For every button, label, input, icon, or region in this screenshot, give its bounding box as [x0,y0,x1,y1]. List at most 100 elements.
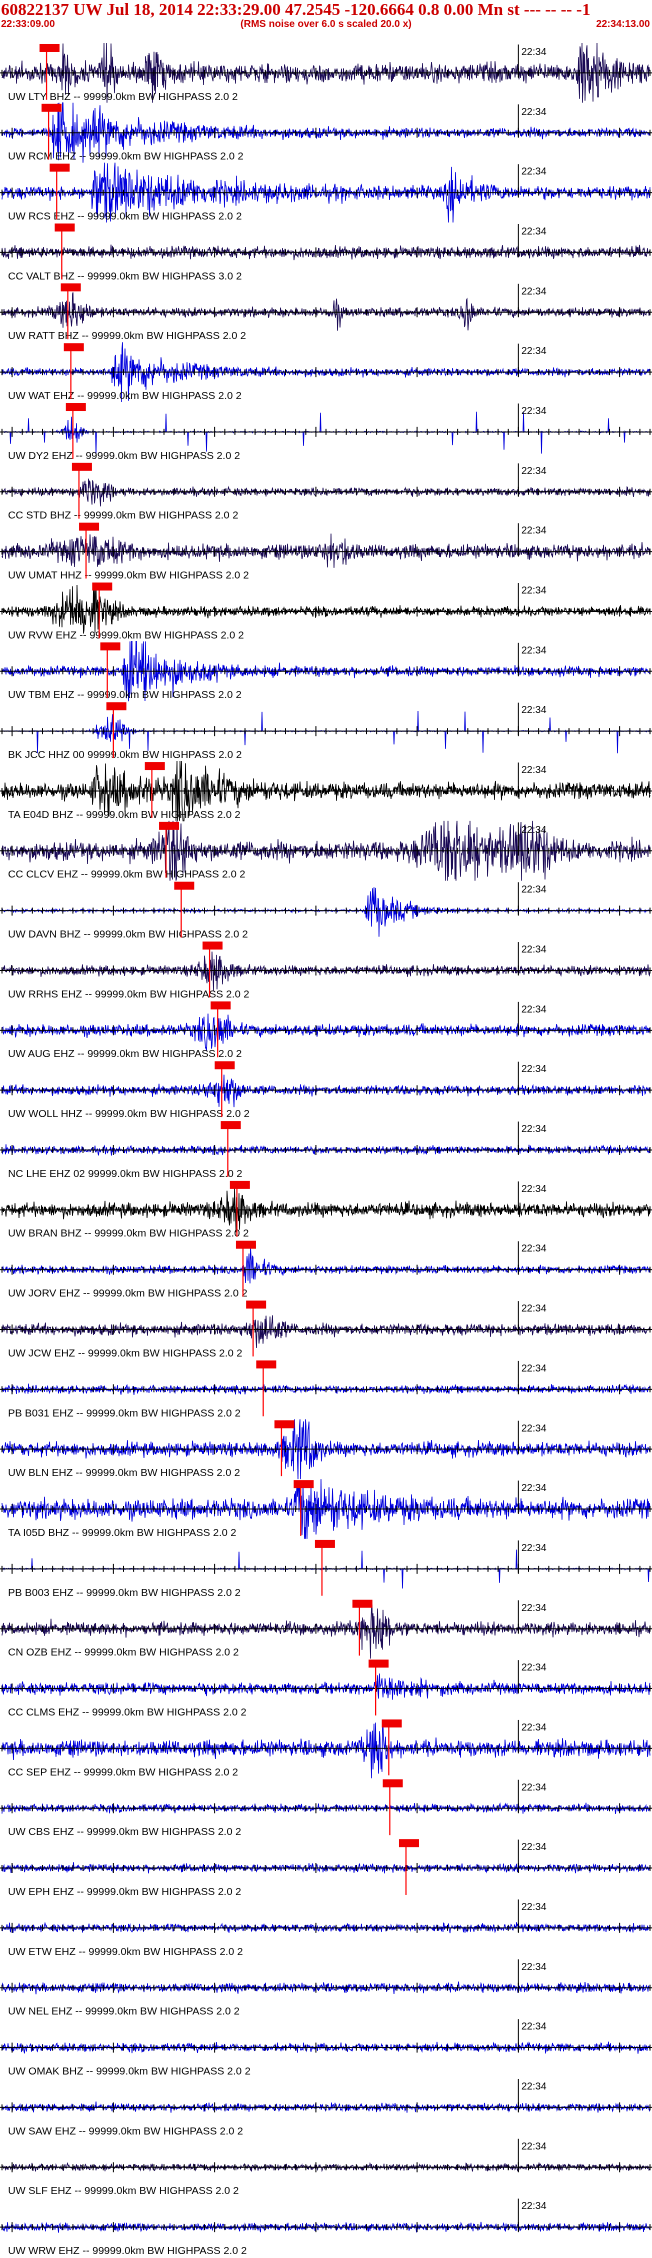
minute-tick-label: 22:34 [521,1064,546,1075]
station-label: PB B031 EHZ -- 99999.0km BW HIGHPASS 2.0… [8,1407,241,1419]
minute-tick-label: 22:34 [521,825,546,836]
pick-marker [106,702,127,711]
station-label: UW RATT BHZ -- 99999.0km BW HIGHPASS 2.0… [8,330,246,342]
station-label: PB B003 EHZ -- 99999.0km BW HIGHPASS 2.0… [8,1587,241,1599]
station-label: CC SEP EHZ -- 99999.0km BW HIGHPASS 2.0 … [8,1766,238,1778]
minute-tick-label: 22:34 [521,1244,546,1255]
station-label: UW ETW EHZ -- 99999.0km BW HIGHPASS 2.0 … [8,1946,243,1958]
minute-tick-label: 22:34 [521,1722,546,1733]
minute-tick-label: 22:34 [521,2022,546,2033]
station-label: UW BLN EHZ -- 99999.0km BW HIGHPASS 2.0 … [8,1467,240,1479]
minute-tick-label: 22:34 [521,765,546,776]
pick-marker [60,283,81,292]
minute-tick-label: 22:34 [521,586,546,597]
pick-marker [368,1659,389,1668]
station-label: CC CLCV EHZ -- 99999.0km BW HIGHPASS 2.0… [8,869,245,881]
pick-marker [314,1539,335,1548]
minute-tick-label: 22:34 [521,286,546,297]
minute-tick-label: 22:34 [521,227,546,238]
minute-tick-label: 22:34 [521,1842,546,1853]
station-label: CC CLMS EHZ -- 99999.0km BW HIGHPASS 2.0… [8,1706,247,1718]
station-label: UW JCW EHZ -- 99999.0km BW HIGHPASS 2.0 … [8,1347,243,1359]
minute-tick-label: 22:34 [521,1423,546,1434]
pick-marker [352,1599,373,1608]
station-label: UW TBM EHZ -- 99999.0km BW HIGHPASS 2.0 … [8,689,242,701]
minute-tick-label: 22:34 [521,1782,546,1793]
pick-marker [100,642,121,651]
pick-marker [63,343,84,352]
pick-marker [41,103,62,112]
pick-marker [293,1480,314,1489]
pick-marker [92,582,113,591]
minute-tick-label: 22:34 [521,1363,546,1374]
minute-tick-label: 22:34 [521,1663,546,1674]
pick-marker [210,1001,231,1010]
station-label: UW SAW EHZ -- 99999.0km BW HIGHPASS 2.0 … [8,2125,243,2137]
station-label: UW DAVN BHZ -- 99999.0km BW HIGHPASS 2.0… [8,929,248,941]
station-label: UW WOLL HHZ -- 99999.0km BW HIGHPASS 2.0… [8,1108,250,1120]
minute-tick-label: 22:34 [521,346,546,357]
station-label: UW AUG EHZ -- 99999.0km BW HIGHPASS 2.0 … [8,1048,242,1060]
minute-tick-label: 22:34 [521,1004,546,1015]
minute-tick-label: 22:34 [521,2141,546,2152]
station-label: UW WAT EHZ -- 99999.0km BW HIGHPASS 2.0 … [8,390,242,402]
station-label: UW OMAK BHZ -- 99999.0km BW HIGHPASS 2.0… [8,2065,251,2077]
seismogram-plot: UW LTY BHZ -- 99999.0km BW HIGHPASS 2.0 … [0,42,652,2257]
station-label: UW DY2 EHZ -- 99999.0km BW HIGHPASS 2.0 … [8,450,240,462]
pick-marker [382,1779,403,1788]
pick-marker [79,522,100,531]
pick-marker [398,1839,419,1848]
minute-tick-label: 22:34 [521,1543,546,1554]
station-label: CC VALT BHZ -- 99999.0km BW HIGHPASS 3.0… [8,270,242,282]
station-label: UW RVW EHZ -- 99999.0km BW HIGHPASS 2.0 … [8,629,244,641]
pick-marker [65,403,86,412]
pick-marker [381,1719,402,1728]
minute-tick-label: 22:34 [521,1483,546,1494]
station-label: UW RCM EHZ -- 99999.0km BW HIGHPASS 2.0 … [8,151,244,163]
minute-tick-label: 22:34 [521,406,546,417]
minute-tick-label: 22:34 [521,466,546,477]
station-label: UW LTY BHZ -- 99999.0km BW HIGHPASS 2.0 … [8,91,238,103]
pick-marker [39,43,60,52]
pick-marker [71,462,92,471]
minute-tick-label: 22:34 [521,1962,546,1973]
station-label: UW BRAN BHZ -- 99999.0km BW HIGHPASS 2.0… [8,1228,249,1240]
minute-tick-label: 22:34 [521,945,546,956]
station-label: UW NEL EHZ -- 99999.0km BW HIGHPASS 2.0 … [8,2006,240,2018]
minute-tick-label: 22:34 [521,2201,546,2212]
station-label: NC LHE EHZ 02 99999.0km BW HIGHPASS 2.0 … [8,1168,243,1180]
minute-tick-label: 22:34 [521,167,546,178]
minute-tick-label: 22:34 [521,1184,546,1195]
station-label: UW RRHS EHZ -- 99999.0km BW HIGHPASS 2.0… [8,988,250,1000]
pick-marker [220,1121,241,1130]
waveform-trace [1,1246,651,1284]
pick-marker [246,1300,267,1309]
station-label: UW WRW EHZ -- 99999.0km BW HIGHPASS 2.0 … [8,2245,247,2257]
pick-marker [174,881,195,890]
station-label: UW JORV EHZ -- 99999.0km BW HIGHPASS 2.0… [8,1288,248,1300]
pick-marker [274,1420,295,1429]
station-label: UW RCS EHZ -- 99999.0km BW HIGHPASS 2.0 … [8,211,242,223]
minute-tick-label: 22:34 [521,1902,546,1913]
pick-marker [235,1240,256,1249]
pick-marker [214,1061,235,1070]
station-label: UW UMAT HHZ -- 99999.0km BW HIGHPASS 2.0… [8,570,249,582]
station-label: BK JCC HHZ 00 99999.0km BW HIGHPASS 2.0 … [8,749,242,761]
minute-tick-label: 22:34 [521,885,546,896]
station-label: CC STD BHZ -- 99999.0km BW HIGHPASS 2.0 … [8,510,238,522]
minute-tick-label: 22:34 [521,107,546,118]
pick-marker [144,762,165,771]
station-label: TA E04D BHZ -- 99999.0km BW HIGHPASS 2.0… [8,809,241,821]
station-label: UW SLF EHZ -- 99999.0km BW HIGHPASS 2.0 … [8,2185,239,2197]
minute-tick-label: 22:34 [521,526,546,537]
station-label: CN OZB EHZ -- 99999.0km BW HIGHPASS 2.0 … [8,1647,239,1659]
minute-tick-label: 22:34 [521,1124,546,1135]
pick-marker [256,1360,277,1369]
station-label: UW CBS EHZ -- 99999.0km BW HIGHPASS 2.0 … [8,1826,241,1838]
minute-tick-label: 22:34 [521,2081,546,2092]
pick-marker [229,1180,250,1189]
pick-marker [54,223,75,232]
minute-tick-label: 22:34 [521,705,546,716]
station-label: TA I05D BHZ -- 99999.0km BW HIGHPASS 2.0… [8,1527,237,1539]
pick-marker [202,941,223,950]
